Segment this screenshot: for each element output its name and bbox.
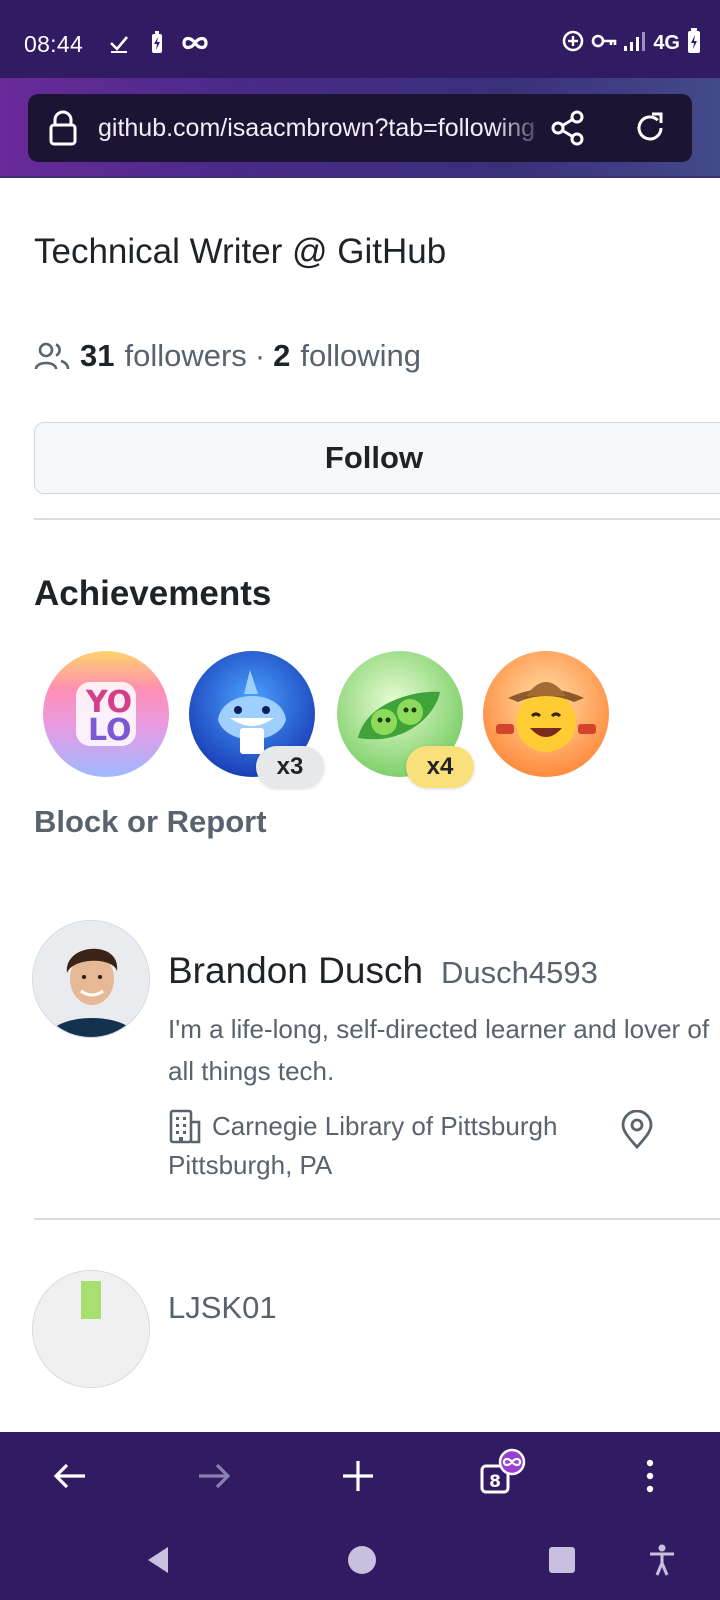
accessibility-icon[interactable] xyxy=(640,1538,684,1582)
multiplier-badge: x4 xyxy=(406,746,474,788)
data-saver-icon xyxy=(561,29,585,58)
location-pin-icon xyxy=(620,1109,654,1150)
status-bar: 08:44 4G xyxy=(0,0,720,78)
page-content[interactable]: Technical Writer @ GitHub 31 followers ·… xyxy=(0,178,720,1432)
network-type: 4G xyxy=(653,32,680,54)
following-count[interactable]: 2 xyxy=(273,338,290,374)
forward-icon[interactable] xyxy=(186,1448,242,1504)
lock-icon[interactable] xyxy=(46,110,80,146)
followers-summary: 31 followers · 2 following xyxy=(34,338,421,374)
user-bio: I'm a life-long, self-directed learner a… xyxy=(168,1014,710,1086)
follow-button[interactable]: Follow xyxy=(34,422,720,494)
address-bar-area: github.com/isaacmbrown?tab=following xyxy=(0,78,720,178)
quickdraw-badge[interactable] xyxy=(482,650,610,778)
nav-recents-icon[interactable] xyxy=(540,1538,584,1582)
more-options-icon[interactable] xyxy=(622,1448,678,1504)
system-nav-bar xyxy=(0,1520,720,1600)
user-company-text: Carnegie Library of Pittsburgh xyxy=(212,1110,558,1141)
status-time: 08:44 xyxy=(24,31,84,57)
followers-link[interactable]: followers xyxy=(124,338,246,374)
reload-icon[interactable] xyxy=(630,108,670,148)
multiplier-badge: x3 xyxy=(256,746,324,788)
share-icon[interactable] xyxy=(548,108,588,148)
user-location: Pittsburgh, PA xyxy=(168,1150,333,1180)
avatar[interactable] xyxy=(32,920,150,1038)
check-icon xyxy=(106,30,132,56)
browser-toolbar: 8 xyxy=(0,1432,720,1520)
pull-shark-badge[interactable]: x3 xyxy=(188,650,324,788)
infinity-icon xyxy=(182,30,208,56)
vpn-key-icon xyxy=(591,30,617,57)
pair-extraordinaire-badge[interactable]: x4 xyxy=(336,650,474,788)
nav-home-icon[interactable] xyxy=(340,1538,384,1582)
new-tab-icon[interactable] xyxy=(330,1448,386,1504)
user-company: Carnegie Library of Pittsburgh xyxy=(168,1108,557,1144)
back-icon[interactable] xyxy=(42,1448,98,1504)
address-bar[interactable]: github.com/isaacmbrown?tab=following xyxy=(28,94,692,162)
tab-count: 8 xyxy=(489,1472,501,1492)
profile-bio: Technical Writer @ GitHub xyxy=(34,232,447,271)
followers-count[interactable]: 31 xyxy=(80,338,114,374)
section-divider xyxy=(34,518,720,520)
tabs-icon[interactable]: 8 xyxy=(472,1448,528,1504)
user-login[interactable]: LJSK01 xyxy=(168,1290,277,1326)
separator-dot: · xyxy=(254,338,266,373)
block-or-report-link[interactable]: Block or Report xyxy=(34,804,267,840)
svg-text:LO: LO xyxy=(88,713,132,748)
yolo-badge[interactable]: YO LO xyxy=(42,650,170,778)
url-text[interactable]: github.com/isaacmbrown?tab=following xyxy=(98,114,548,144)
battery-saver-icon xyxy=(144,30,170,56)
nav-back-icon[interactable] xyxy=(136,1538,180,1582)
signal-icon xyxy=(623,30,647,57)
user-display-name[interactable]: Brandon Dusch xyxy=(168,950,423,992)
avatar[interactable] xyxy=(32,1270,150,1388)
battery-charging-icon xyxy=(686,28,702,59)
following-link[interactable]: following xyxy=(300,338,421,374)
achievements-heading: Achievements xyxy=(34,574,272,613)
user-login[interactable]: Dusch4593 xyxy=(441,955,598,991)
list-divider xyxy=(34,1218,720,1220)
user-name[interactable]: Brandon Dusch Dusch4593 xyxy=(168,950,598,992)
organization-icon xyxy=(168,1108,204,1144)
people-icon xyxy=(34,341,70,371)
